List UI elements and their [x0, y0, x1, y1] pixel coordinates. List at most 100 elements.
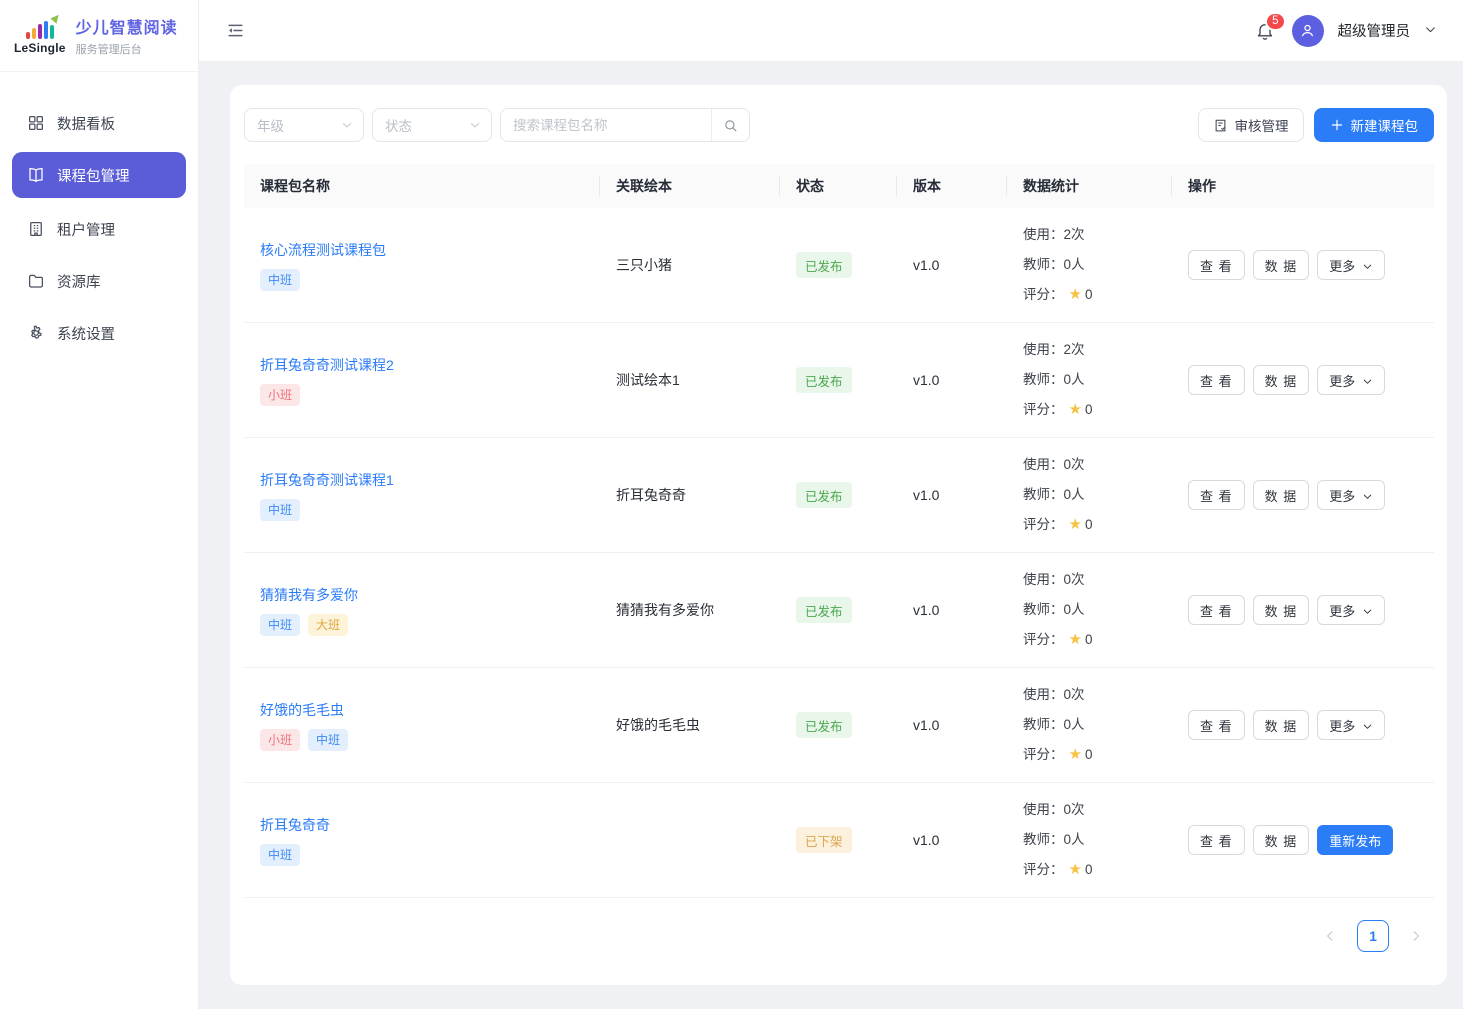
- more-button[interactable]: 更多: [1317, 365, 1385, 395]
- view-button[interactable]: 查 看: [1188, 250, 1245, 280]
- sidebar-item-label: 课程包管理: [57, 165, 130, 186]
- view-button[interactable]: 查 看: [1188, 825, 1245, 855]
- table-row: 折耳兔奇奇 中班 已下架 v1.0 使用：0次 教师：0人 评分：★0 查 看: [244, 783, 1434, 898]
- name-cell: 好饿的毛毛虫 小班 中班: [244, 700, 600, 751]
- stats-cell: 使用：0次 教师：0人 评分：★0: [1007, 680, 1172, 770]
- brand: LeSingle 少儿智慧阅读 服务管理后台: [0, 0, 198, 72]
- pagination-prev-button[interactable]: [1323, 929, 1337, 943]
- pagination: 1: [230, 920, 1447, 952]
- sidebar-item-tenants[interactable]: 租户管理: [12, 206, 186, 252]
- star-icon: ★: [1069, 746, 1082, 763]
- menu-fold-icon: [226, 21, 245, 40]
- building-icon: [27, 220, 45, 238]
- sidebar-item-course-packages[interactable]: 课程包管理: [12, 152, 186, 198]
- review-manage-button[interactable]: 审核管理: [1198, 108, 1304, 142]
- stats-cell: 使用：2次 教师：0人 评分：★0: [1007, 335, 1172, 425]
- pagination-page-1[interactable]: 1: [1357, 920, 1389, 952]
- package-name-link[interactable]: 猜猜我有多爱你: [260, 585, 358, 605]
- data-button[interactable]: 数 据: [1253, 365, 1310, 395]
- stats-cell: 使用：0次 教师：0人 评分：★0: [1007, 450, 1172, 540]
- create-package-button[interactable]: 新建课程包: [1314, 108, 1435, 142]
- sidebar-item-dashboard[interactable]: 数据看板: [12, 100, 186, 146]
- status-badge: 已发布: [796, 482, 852, 508]
- avatar[interactable]: [1292, 15, 1324, 47]
- star-icon: ★: [1069, 286, 1082, 303]
- user-menu-caret[interactable]: [1424, 20, 1437, 41]
- sidebar-item-resources[interactable]: 资源库: [12, 258, 186, 304]
- grade-tag: 中班: [260, 499, 300, 521]
- more-button[interactable]: 更多: [1317, 250, 1385, 280]
- data-button[interactable]: 数 据: [1253, 825, 1310, 855]
- table-row: 折耳兔奇奇测试课程2 小班 测试绘本1 已发布 v1.0 使用：2次 教师：0人…: [244, 323, 1434, 438]
- more-button[interactable]: 更多: [1317, 710, 1385, 740]
- pagination-next-button[interactable]: [1409, 929, 1423, 943]
- grade-select[interactable]: 年级: [244, 108, 364, 142]
- view-button[interactable]: 查 看: [1188, 365, 1245, 395]
- notification-bell[interactable]: 5: [1252, 18, 1278, 44]
- actions-cell: 查 看 数 据 更多: [1172, 710, 1434, 740]
- status-select[interactable]: 状态: [372, 108, 492, 142]
- view-button[interactable]: 查 看: [1188, 480, 1245, 510]
- app-root: LeSingle 少儿智慧阅读 服务管理后台 数据看板 课程包管理 租户管理: [0, 0, 1463, 1009]
- notification-badge: 5: [1265, 12, 1285, 31]
- column-header-version: 版本: [897, 164, 1007, 208]
- book-cell: 折耳兔奇奇: [600, 485, 780, 505]
- sidebar-item-settings[interactable]: 系统设置: [12, 310, 186, 356]
- right-pane: 5 超级管理员 年级: [199, 0, 1463, 1009]
- grade-tag: 大班: [308, 614, 348, 636]
- logo-spark-icon: [50, 12, 61, 23]
- sidebar-item-label: 租户管理: [57, 219, 115, 240]
- status-cell: 已发布: [780, 367, 897, 393]
- version-cell: v1.0: [897, 257, 1007, 273]
- package-name-link[interactable]: 好饿的毛毛虫: [260, 700, 344, 720]
- sidebar-collapse-button[interactable]: [223, 19, 247, 43]
- course-package-table: 课程包名称 关联绘本 状态 版本 数据统计 操作 核心流程测试课程包 中班 三只: [244, 164, 1434, 898]
- version-cell: v1.0: [897, 487, 1007, 503]
- stats-cell: 使用：2次 教师：0人 评分：★0: [1007, 220, 1172, 310]
- logo-bars-icon: [26, 17, 54, 39]
- grade-tag: 中班: [260, 844, 300, 866]
- sidebar: LeSingle 少儿智慧阅读 服务管理后台 数据看板 课程包管理 租户管理: [0, 0, 199, 1009]
- user-name[interactable]: 超级管理员: [1338, 20, 1411, 41]
- search-button[interactable]: [711, 109, 749, 141]
- package-name-link[interactable]: 折耳兔奇奇: [260, 815, 330, 835]
- table-row: 折耳兔奇奇测试课程1 中班 折耳兔奇奇 已发布 v1.0 使用：0次 教师：0人…: [244, 438, 1434, 553]
- data-button[interactable]: 数 据: [1253, 595, 1310, 625]
- star-icon: ★: [1069, 861, 1082, 878]
- book-cell: 测试绘本1: [600, 370, 780, 390]
- table-row: 好饿的毛毛虫 小班 中班 好饿的毛毛虫 已发布 v1.0 使用：0次 教师：0人: [244, 668, 1434, 783]
- data-button[interactable]: 数 据: [1253, 250, 1310, 280]
- actions-cell: 查 看 数 据 更多: [1172, 365, 1434, 395]
- grade-tag: 中班: [308, 729, 348, 751]
- data-button[interactable]: 数 据: [1253, 480, 1310, 510]
- table-row: 猜猜我有多爱你 中班 大班 猜猜我有多爱你 已发布 v1.0 使用：0次 教师：…: [244, 553, 1434, 668]
- review-manage-label: 审核管理: [1235, 115, 1289, 135]
- view-button[interactable]: 查 看: [1188, 710, 1245, 740]
- brand-title: 少儿智慧阅读: [76, 14, 178, 38]
- plus-icon: [1330, 118, 1344, 132]
- more-button[interactable]: 更多: [1317, 595, 1385, 625]
- status-select-placeholder: 状态: [385, 115, 412, 135]
- republish-button[interactable]: 重新发布: [1317, 825, 1393, 855]
- version-cell: v1.0: [897, 832, 1007, 848]
- status-badge: 已发布: [796, 597, 852, 623]
- name-cell: 核心流程测试课程包 中班: [244, 240, 600, 291]
- grade-tag: 小班: [260, 384, 300, 406]
- actions-cell: 查 看 数 据 更多: [1172, 250, 1434, 280]
- package-name-link[interactable]: 折耳兔奇奇测试课程2: [260, 355, 394, 375]
- name-cell: 猜猜我有多爱你 中班 大班: [244, 585, 600, 636]
- chevron-down-icon: [469, 119, 481, 131]
- view-button[interactable]: 查 看: [1188, 595, 1245, 625]
- more-button[interactable]: 更多: [1317, 480, 1385, 510]
- chevron-down-icon: [1362, 376, 1373, 387]
- folder-icon: [27, 272, 45, 290]
- package-name-link[interactable]: 折耳兔奇奇测试课程1: [260, 470, 394, 490]
- data-button[interactable]: 数 据: [1253, 710, 1310, 740]
- sidebar-nav: 数据看板 课程包管理 租户管理 资源库 系统设置: [0, 72, 198, 358]
- package-name-link[interactable]: 核心流程测试课程包: [260, 240, 386, 260]
- brand-text: 少儿智慧阅读 服务管理后台: [76, 14, 178, 57]
- search-input[interactable]: [501, 109, 711, 141]
- chevron-down-icon: [1362, 261, 1373, 272]
- version-cell: v1.0: [897, 602, 1007, 618]
- sidebar-item-label: 数据看板: [57, 113, 115, 134]
